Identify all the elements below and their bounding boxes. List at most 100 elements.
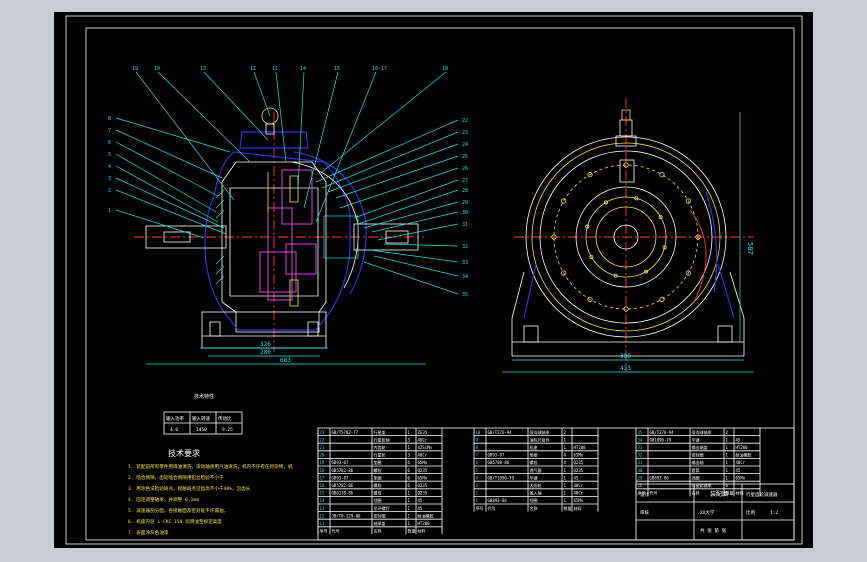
bom-cell: 20 [320, 453, 325, 458]
bom-cell: Q235 [574, 468, 584, 473]
bom-cell: 行星轮轴承 [692, 482, 712, 488]
balloon-14: 14 [300, 66, 306, 72]
bom-cell: 耐油橡胶 [736, 452, 752, 458]
technical-requirements: 技术要求 1. 装配前所有零件用煤油清洗，滚动轴承用汽油清洗，机内不许有任何杂物… [128, 448, 293, 536]
bom-cell: 2 [476, 491, 479, 496]
bom-cell: HT200 [418, 521, 431, 526]
balloon-29: 29 [462, 200, 468, 206]
bom-cell: 6 [408, 483, 411, 488]
balloon-6: 6 [108, 140, 111, 146]
balloon-16-17: 16-17 [372, 66, 387, 72]
balloon-4: 4 [108, 164, 111, 170]
bom-cell: Q235 [418, 468, 428, 473]
bom-cell: GB893-86 [488, 498, 508, 503]
bom-cell: 螺母 [374, 490, 382, 496]
bom-cell: 34 [638, 437, 643, 442]
balloon-32: 32 [462, 244, 468, 250]
bom-cell: 40Cr [574, 491, 584, 496]
bom-cell: 40Cr [574, 483, 584, 488]
bom-cell: GB6170-86 [332, 491, 354, 496]
bom-cell: GB/T5782-77 [332, 430, 359, 435]
bom-cell: 螺栓 [374, 482, 382, 488]
bom-cell: 1 [408, 491, 411, 496]
bom-cell: JB/T8-129-86 [332, 513, 361, 518]
bom-cell: 40Cr [736, 460, 746, 465]
bom-header-cell: 名称 [692, 490, 700, 496]
part-balloons: 19 10 13 12 11 14 15 16-17 188765432122232425262… [108, 66, 468, 298]
cad-viewport[interactable]: 19 10 13 12 11 14 15 16-17 18 8 7 6 5 4 3 2 1 22 23 24 25 26 2… [54, 12, 813, 548]
note-7: 7. 表面涂灰色油漆 [128, 529, 169, 536]
title-block: 装配图 行星齿轮减速器 比例 1:2 XX大学 设计 审核 共 张 第 张 [635, 483, 795, 541]
bom-header-cell: 材料 [418, 528, 426, 534]
bom-cell: 31 [638, 460, 643, 465]
bom-cell: 吊环螺钉 [374, 505, 390, 511]
bom-cell: 挡圈 [692, 474, 700, 480]
balloon-31: 31 [462, 222, 468, 228]
balloon-34: 34 [462, 274, 468, 280]
bom-cell: 2 [726, 430, 729, 435]
spec-table: 技术特性 输入功率 输入转速 传动比 4.0 1450 9.25 [163, 393, 243, 435]
bom-cell: 6 [408, 468, 411, 473]
bom-header-cell: 数量 [408, 528, 416, 534]
bom-cell: GB/T276-94 [650, 430, 675, 435]
bom-cell: ZG35 [418, 430, 428, 435]
bom-header-cell: 序号 [320, 528, 328, 534]
balloon-1: 1 [108, 208, 111, 214]
dim-bottom-a: 326 [260, 341, 271, 348]
bom-cell: GB93-87 [332, 460, 349, 465]
bom-cell: 11 [320, 521, 325, 526]
spec-header-power: 输入功率 [166, 415, 184, 422]
bom-cell: 行星轮轴 [374, 436, 390, 442]
bom-cell: 1 [726, 437, 729, 442]
bom-header-cell: 数量 [564, 505, 572, 511]
note-3: 3. 用涂色法检验斑点，接触斑点沿齿高不小于40%，沿齿长 [128, 485, 251, 492]
bom-cell: HT200 [574, 445, 587, 450]
bom-cell: 17 [320, 475, 325, 480]
balloon-8: 8 [108, 116, 111, 122]
bom-cell: 21 [320, 445, 325, 450]
bom-cell: 1 [408, 521, 411, 526]
bom-cell: GB5782-86 [332, 483, 354, 488]
bom-cell: 3 [408, 453, 411, 458]
dim-height: 587 [746, 242, 754, 255]
bom-cell: 5 [476, 468, 479, 473]
bom-cell: 平键 [692, 436, 700, 442]
bom-cell: GB93-87 [332, 475, 349, 480]
bom-cell: 65Mn [418, 475, 428, 480]
dim-bottom-b: 280 [260, 349, 271, 356]
bom-cell: HT200 [736, 445, 749, 450]
bom-header-cell: 代号 [488, 505, 496, 511]
bom-cell: 密封圈 [374, 512, 386, 518]
scale-value: 1:2 [770, 510, 778, 516]
balloon-11: 11 [272, 66, 278, 72]
bom-cell: 机座 [530, 444, 538, 450]
bom-cell: 输出轴 [692, 459, 704, 465]
note-1: 1. 装配前所有零件用煤油清洗，滚动轴承用汽油清洗，机内不许有任何杂物，机 [128, 463, 293, 470]
bom-cell: 1 [408, 445, 411, 450]
bom-cell: 45 [736, 437, 741, 442]
bom-cell: 1 [564, 483, 567, 488]
dim-side-width: 433 [620, 365, 631, 372]
bom-cell: 12 [320, 513, 325, 518]
bom-header-cell: 材料 [574, 505, 582, 511]
bom-cell: 3 [476, 483, 479, 488]
bom-cell: GB1096-79 [650, 437, 672, 442]
bom-cell: GB5788-86 [488, 460, 510, 465]
bom-cell: 1 [476, 498, 479, 503]
bom-cell: 1 [726, 445, 729, 450]
bom-cell: 1 [564, 445, 567, 450]
balloon-13: 13 [200, 66, 206, 72]
bom-cell: GB/T276-94 [488, 430, 513, 435]
bom-cell: 1 [726, 460, 729, 465]
bom-cell: 耐油橡胶 [418, 512, 434, 518]
note-5: 5. 减速器剖分面，各接触面及密封处不许漏油。 [128, 507, 228, 514]
balloon-5: 5 [108, 152, 111, 158]
bom-cell: 45 [418, 506, 423, 511]
bom-cell: 18 [320, 468, 325, 473]
balloon-22: 22 [462, 118, 468, 124]
bom-header-cell: 代号 [332, 528, 340, 534]
project-name: 行星齿轮减速器 [746, 491, 778, 498]
bom-cell: 1 [564, 468, 567, 473]
bom-cell: 挡圈 [374, 497, 382, 503]
bom-cell: 挡圈 [530, 497, 538, 503]
